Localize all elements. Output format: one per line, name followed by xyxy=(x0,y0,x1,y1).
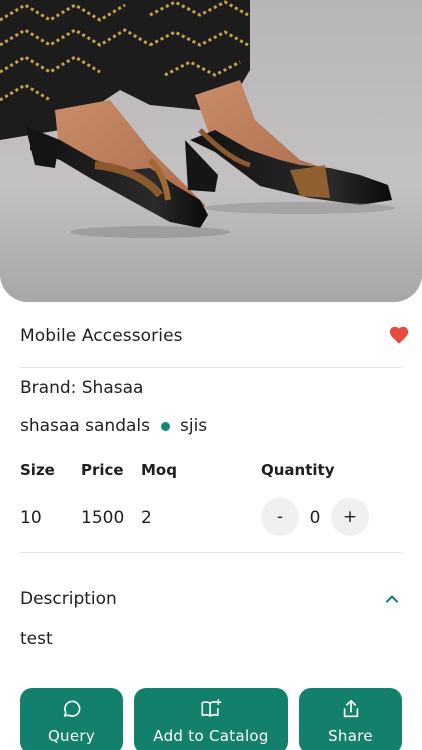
price-header: Price xyxy=(81,461,124,479)
share-icon xyxy=(343,699,358,718)
brand-label: Brand: Shasaa xyxy=(20,378,144,398)
moq-value: 2 xyxy=(141,508,152,528)
query-label: Query xyxy=(47,727,96,745)
separator-dot xyxy=(160,421,170,431)
chat-bubble-icon xyxy=(63,700,80,717)
product-image[interactable] xyxy=(0,0,422,302)
size-value: 10 xyxy=(20,508,42,528)
share-label: Share xyxy=(328,727,373,745)
tag-subcategory: sjis xyxy=(179,416,208,436)
book-add-icon xyxy=(201,699,222,717)
chevron-up-icon[interactable] xyxy=(384,591,400,607)
description-text: test xyxy=(20,629,53,649)
description-heading[interactable]: Description xyxy=(20,589,402,609)
divider xyxy=(20,367,402,368)
quantity-header: Quantity xyxy=(261,461,335,479)
product-title: Mobile Accessories xyxy=(20,326,183,346)
tag-category: shasaa sandals xyxy=(20,416,150,436)
add-to-catalog-label: Add to Catalog xyxy=(153,727,269,745)
heart-icon[interactable] xyxy=(388,324,410,346)
increment-button[interactable]: + xyxy=(331,498,369,536)
sandals-photo xyxy=(0,0,422,302)
query-button[interactable]: Query xyxy=(20,688,123,750)
product-tags: shasaa sandals sjis xyxy=(20,416,402,436)
decrement-button[interactable]: - xyxy=(261,498,299,536)
add-to-catalog-button[interactable]: Add to Catalog xyxy=(134,688,288,750)
size-header: Size xyxy=(20,461,55,479)
share-button[interactable]: Share xyxy=(299,688,402,750)
moq-header: Moq xyxy=(141,461,177,479)
quantity-value: 0 xyxy=(309,508,321,528)
divider xyxy=(20,552,402,553)
price-value: 1500 xyxy=(81,508,125,528)
